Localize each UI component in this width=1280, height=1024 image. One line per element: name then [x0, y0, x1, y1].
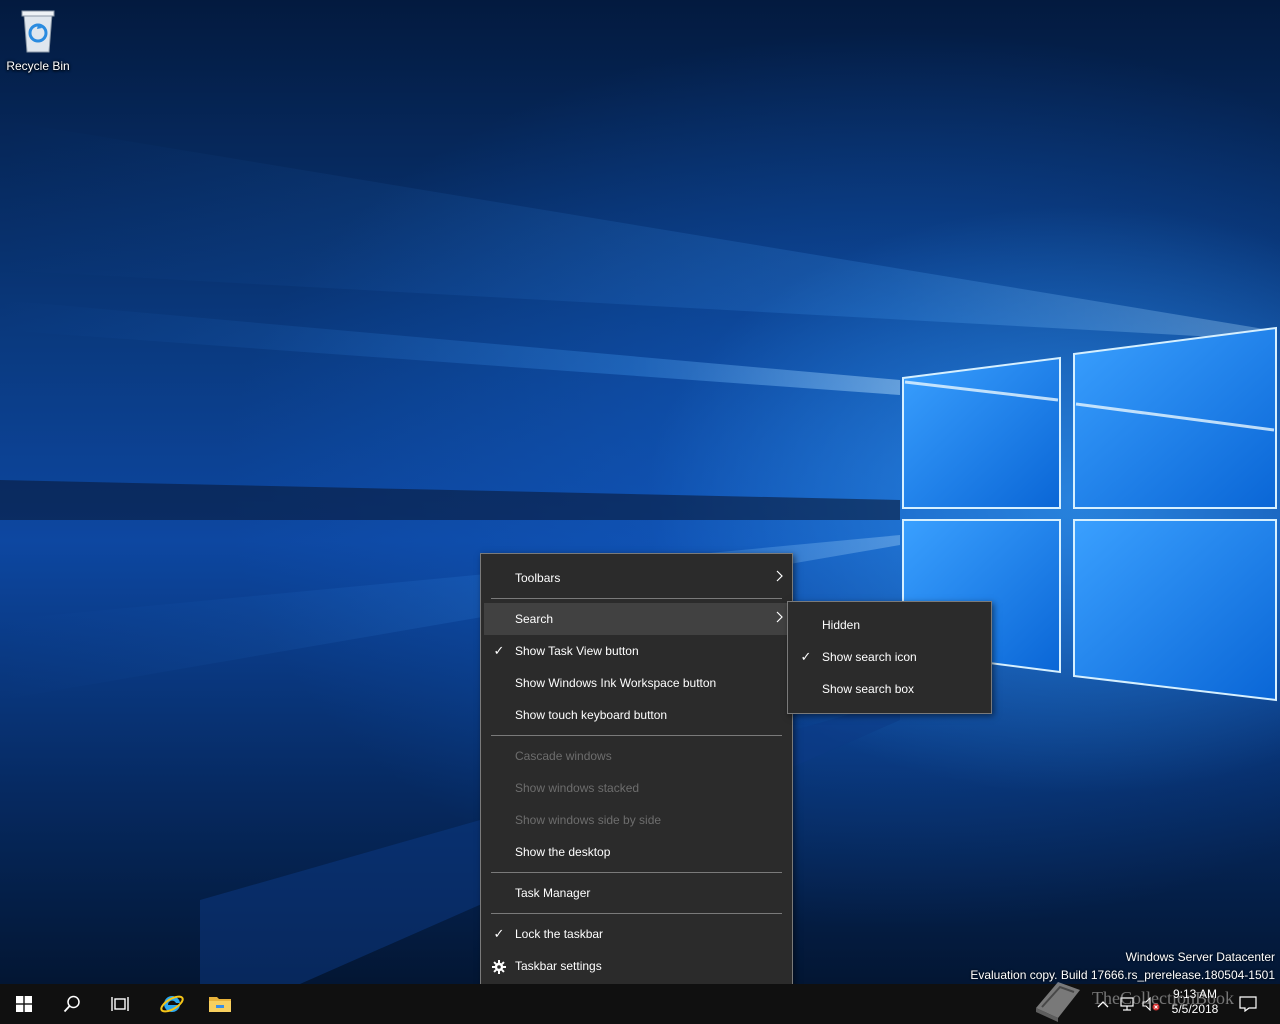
menu-item-label: Lock the taskbar [515, 927, 604, 941]
edition-watermark: Windows Server Datacenter [1125, 950, 1275, 964]
menu-item-label: Show Windows Ink Workspace button [515, 676, 717, 690]
recycle-bin-shortcut[interactable]: Recycle Bin [4, 6, 72, 76]
menu-item-label: Taskbar settings [515, 959, 602, 973]
windows-logo-icon [16, 996, 32, 1012]
recycle-bin-icon [21, 10, 55, 53]
brand-text: TheCollectionBook [1092, 988, 1234, 1008]
menu-item-taskbar-settings[interactable]: Taskbar settings [481, 950, 792, 982]
menu-item-cascade-windows: Cascade windows [481, 740, 792, 772]
search-icon [63, 995, 80, 1013]
menu-item-label: Toolbars [515, 571, 561, 585]
search-submenu: Hidden ✓ Show search icon Show search bo… [787, 601, 992, 714]
menu-item-label: Show Task View button [515, 644, 639, 658]
submenu-item-show-search-icon[interactable]: ✓ Show search icon [788, 641, 991, 673]
menu-item-show-task-view[interactable]: ✓ Show Task View button [481, 635, 792, 667]
menu-separator [491, 735, 782, 736]
book-icon [1036, 982, 1080, 1022]
brand-watermark: TheCollectionBook [1028, 976, 1278, 1024]
gear-icon [491, 950, 507, 982]
checkmark-icon: ✓ [493, 926, 505, 941]
chevron-right-icon [776, 603, 784, 635]
menu-item-label: Show touch keyboard button [515, 708, 668, 722]
file-explorer-button[interactable] [196, 984, 244, 1024]
menu-item-task-manager[interactable]: Task Manager [481, 877, 792, 909]
task-view-icon [111, 997, 129, 1011]
menu-item-label: Show search icon [822, 650, 917, 664]
menu-item-lock-taskbar[interactable]: ✓ Lock the taskbar [481, 918, 792, 950]
menu-item-label: Hidden [822, 618, 861, 632]
internet-explorer-button[interactable] [148, 984, 196, 1024]
recycle-bin-label: Recycle Bin [6, 59, 70, 73]
submenu-item-hidden[interactable]: Hidden [788, 609, 991, 641]
menu-item-windows-side-by-side: Show windows side by side [481, 804, 792, 836]
menu-separator [491, 913, 782, 914]
menu-item-show-touch-keyboard[interactable]: Show touch keyboard button [481, 699, 792, 731]
search-button[interactable] [48, 984, 96, 1024]
menu-item-label: Cascade windows [515, 749, 612, 763]
start-button[interactable] [0, 984, 48, 1024]
chevron-right-icon [776, 562, 784, 594]
menu-separator [491, 872, 782, 873]
task-view-button[interactable] [96, 984, 144, 1024]
menu-item-label: Show search box [822, 682, 915, 696]
internet-explorer-icon [160, 995, 184, 1013]
menu-item-show-ink-workspace[interactable]: Show Windows Ink Workspace button [481, 667, 792, 699]
menu-item-label: Show windows stacked [515, 781, 640, 795]
menu-item-show-desktop[interactable]: Show the desktop [481, 836, 792, 868]
menu-item-search[interactable]: Search [484, 603, 789, 635]
submenu-item-show-search-box[interactable]: Show search box [788, 673, 991, 705]
folder-icon [209, 997, 231, 1012]
menu-item-windows-stacked: Show windows stacked [481, 772, 792, 804]
menu-item-toolbars[interactable]: Toolbars [481, 562, 792, 594]
checkmark-icon: ✓ [800, 649, 812, 664]
menu-separator [491, 598, 782, 599]
menu-item-label: Search [515, 612, 554, 626]
menu-item-label: Task Manager [515, 886, 591, 900]
menu-item-label: Show the desktop [515, 845, 611, 859]
taskbar-context-menu: Toolbars Search ✓ Show Task View button … [480, 553, 793, 991]
checkmark-icon: ✓ [493, 643, 505, 658]
menu-item-label: Show windows side by side [515, 813, 662, 827]
